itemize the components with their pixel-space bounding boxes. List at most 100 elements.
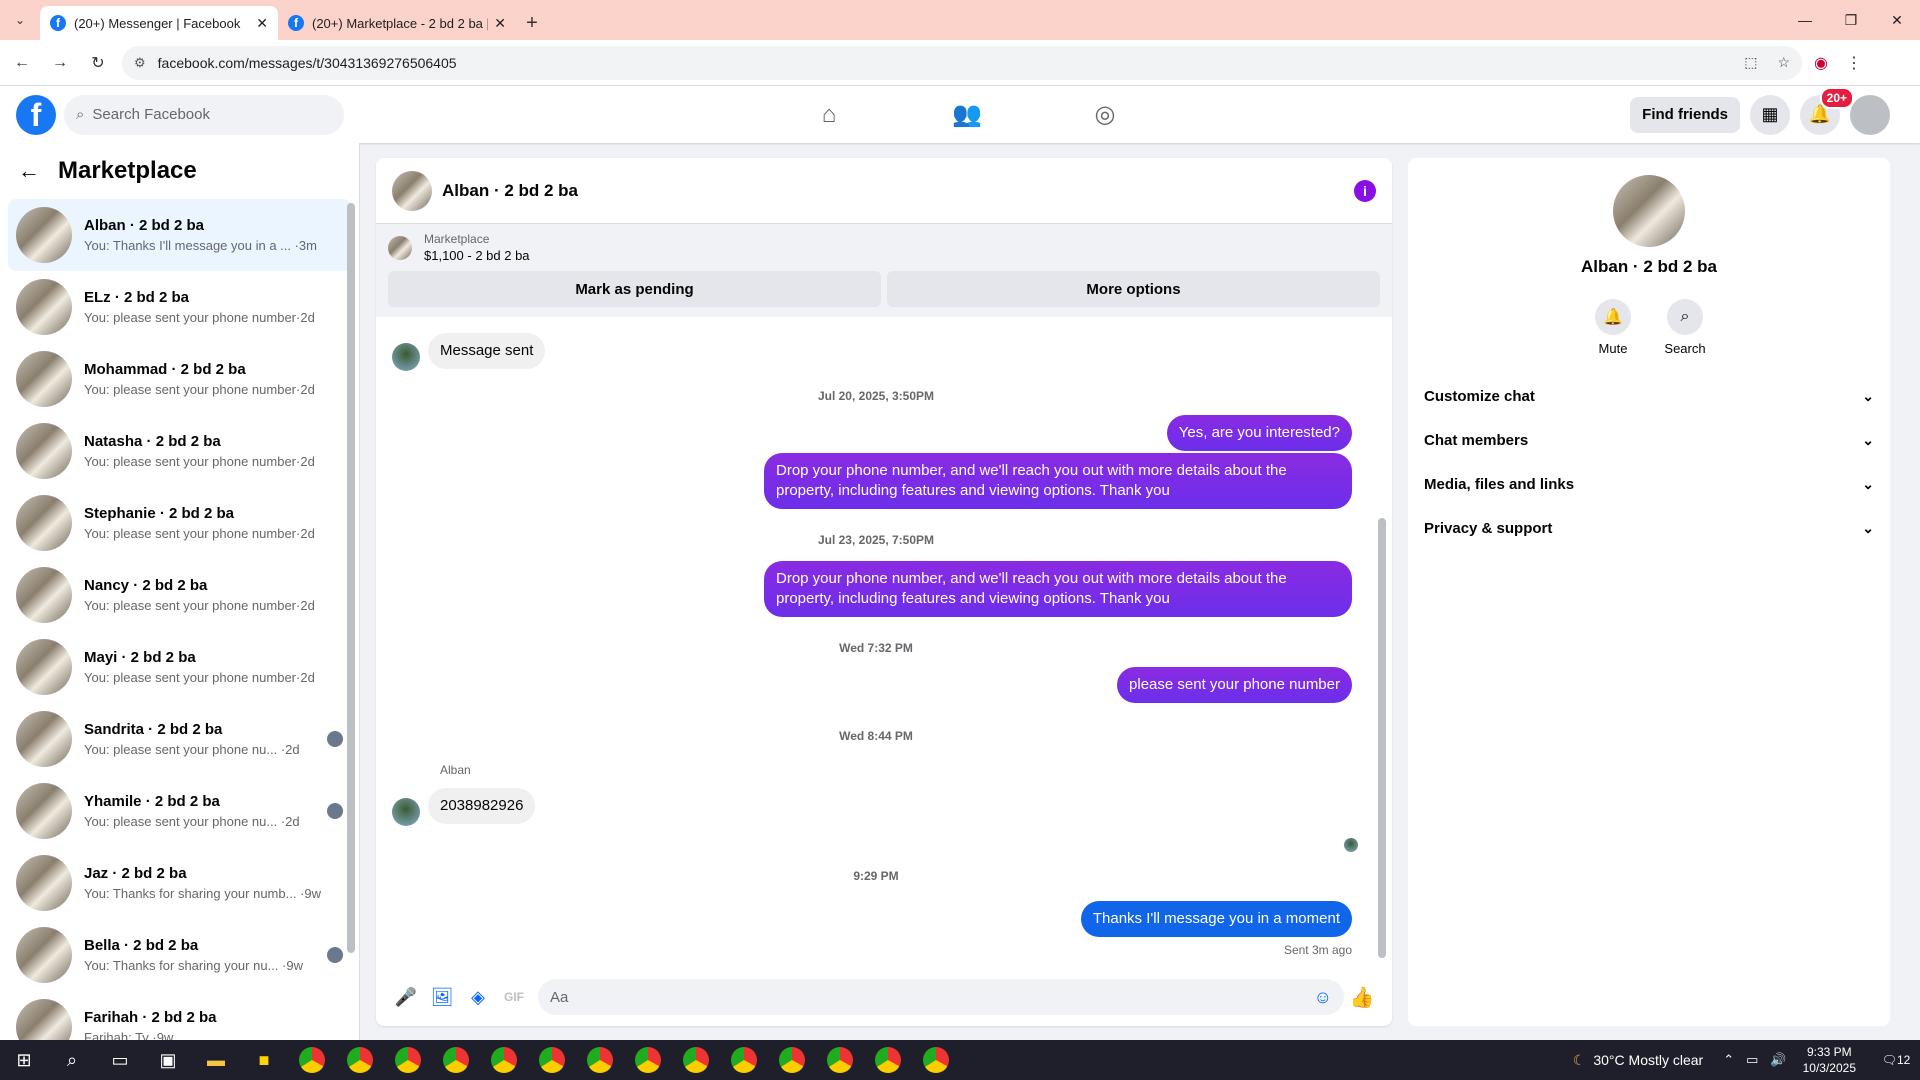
mute-button[interactable]: 🔔 Mute [1593,299,1633,356]
chrome-window-icon[interactable] [528,1040,576,1080]
chrome-window-icon[interactable] [336,1040,384,1080]
info-section[interactable]: Media, files and links ⌄ [1424,462,1874,506]
conversation-item[interactable]: Bella · 2 bd 2 ba You: Thanks for sharing… [8,919,351,991]
windows-start-icon[interactable]: ⊞ [0,1040,48,1080]
bookmark-star-icon[interactable]: ☆ [1777,54,1790,71]
info-sections: Customize chat ⌄ Chat members ⌄ Media, files… [1408,374,1890,550]
chrome-logo-icon [923,1047,949,1073]
conversation-item[interactable]: Stephanie · 2 bd 2 ba You: please sent yo… [8,487,351,559]
chrome-window-icon[interactable] [624,1040,672,1080]
conversation-item[interactable]: ELz · 2 bd 2 ba You: please sent your pho… [8,271,351,343]
chrome-window-icon[interactable] [576,1040,624,1080]
find-friends-button[interactable]: Find friends [1630,96,1740,133]
info-section[interactable]: Chat members ⌄ [1424,418,1874,462]
tab-marketplace[interactable]: f (20+) Marketplace - 2 bd 2 ba | ✕ [278,6,516,40]
photo-icon[interactable]: 🖼 [424,979,460,1015]
listing-thumbnail[interactable] [388,235,412,260]
chrome-window-icon[interactable] [768,1040,816,1080]
app-icon[interactable]: ▣ [144,1040,192,1080]
sticky-notes-icon[interactable]: ■ [240,1040,288,1080]
info-section[interactable]: Customize chat ⌄ [1424,374,1874,418]
network-icon[interactable]: ▭ [1746,1052,1758,1068]
chrome-window-icon[interactable] [672,1040,720,1080]
profile-icon[interactable]: ◉ [1814,53,1828,73]
install-app-icon[interactable]: ⬚ [1744,54,1757,71]
conversation-item[interactable]: Farihah · 2 bd 2 ba Farihah: Ty ·9w [8,991,351,1040]
gif-icon[interactable]: GIF [496,979,532,1015]
chrome-window-icon[interactable] [480,1040,528,1080]
microphone-icon[interactable]: 🎤 [388,979,424,1015]
reload-icon[interactable]: ↻ [82,47,114,79]
conversation-item[interactable]: Sandrita · 2 bd 2 ba You: please sent you… [8,703,351,775]
url-field[interactable]: ⚙ facebook.com/messages/t/30431369276506… [122,45,1802,80]
conversation-item[interactable]: Natasha · 2 bd 2 ba You: please sent your… [8,415,351,487]
tab-messenger[interactable]: f (20+) Messenger | Facebook ✕ [40,6,278,40]
info-icon[interactable]: i [1354,179,1376,202]
conversation-item[interactable]: Alban · 2 bd 2 ba You: Thanks I'll messag… [8,199,351,271]
account-avatar[interactable] [1850,94,1890,135]
forward-icon[interactable]: → [44,47,76,79]
chrome-window-icon[interactable] [720,1040,768,1080]
notifications-bell-icon[interactable]: 🔔 20+ [1800,86,1854,135]
bell-icon: 🔔 [1595,299,1631,335]
message-bubble-incoming: Message sent [428,333,546,369]
system-clock[interactable]: 9:33 PM 10/3/2025 [1803,1044,1856,1076]
taskbar-search-icon[interactable]: ⌕ [48,1040,96,1080]
conversation-preview: You: please sent your phone number·2d [84,598,315,613]
conversation-item[interactable]: Mayi · 2 bd 2 ba You: please sent your ph… [8,631,351,703]
menu-dots-icon[interactable]: ⋮ [1846,53,1862,73]
like-thumb-icon[interactable]: 👍 [1344,985,1380,1010]
weather-widget[interactable]: ☾ 30°C Mostly clear [1573,1052,1703,1069]
file-explorer-icon[interactable]: ▬ [192,1040,240,1080]
conversation-item[interactable]: Mohammad · 2 bd 2 ba You: please sent you… [8,343,351,415]
tray-chevron-icon[interactable]: ⌃ [1723,1052,1734,1068]
chrome-window-icon[interactable] [816,1040,864,1080]
close-window-icon[interactable]: ✕ [1874,0,1920,40]
home-icon[interactable]: ⌂ [760,86,898,143]
conversation-name: Bella · 2 bd 2 ba [84,937,199,954]
sticker-icon[interactable]: ◈ [460,979,496,1015]
close-tab-icon[interactable]: ✕ [494,15,506,32]
tab-search-icon[interactable]: ⌄ [0,0,40,40]
chrome-window-icon[interactable] [912,1040,960,1080]
facebook-logo-icon[interactable]: f [16,94,56,135]
sidebar-scrollbar[interactable] [347,203,355,953]
listing-thumbnail [16,927,72,983]
chrome-window-icon[interactable] [864,1040,912,1080]
message-thread: Message sent Jul 20, 2025, 3:50PM Yes, a… [376,323,1376,963]
conversation-item[interactable]: Yhamile · 2 bd 2 ba You: please sent your… [8,775,351,847]
message-input[interactable]: Aa ☺ [538,979,1344,1015]
volume-icon[interactable]: 🔊 [1770,1052,1786,1068]
chrome-window-icon[interactable] [384,1040,432,1080]
emoji-icon[interactable]: ☺ [1314,987,1332,1008]
more-options-button[interactable]: More options [887,271,1380,307]
conversation-item[interactable]: Jaz · 2 bd 2 ba You: Thanks for sharing y… [8,847,351,919]
conversation-name: Nancy · 2 bd 2 ba [84,577,208,594]
back-arrow-icon[interactable]: ← [18,158,40,184]
info-section[interactable]: Privacy & support ⌄ [1424,506,1874,550]
minimize-icon[interactable]: — [1782,0,1828,40]
site-info-icon[interactable]: ⚙ [134,55,146,71]
message-bubble-outgoing: Drop your phone number, and we'll reach … [764,561,1352,617]
chat-title[interactable]: Alban · 2 bd 2 ba [442,181,578,201]
restore-icon[interactable]: ❐ [1828,0,1874,40]
chrome-window-icon[interactable] [432,1040,480,1080]
back-icon[interactable]: ← [6,47,38,79]
menu-grid-icon[interactable]: ▦ [1750,94,1790,135]
contact-photo[interactable] [1613,175,1685,247]
notification-center-icon[interactable]: 🗨 12 [1872,1040,1920,1080]
task-view-icon[interactable]: ▭ [96,1040,144,1080]
chrome-window-icon[interactable] [288,1040,336,1080]
mute-label: Mute [1598,341,1628,356]
search-in-chat-button[interactable]: ⌕ Search [1664,299,1706,356]
friends-icon[interactable]: 👥 [898,86,1036,143]
chat-avatar[interactable] [392,170,432,211]
new-tab-button[interactable]: + [516,6,548,40]
mark-as-pending-button[interactable]: Mark as pending [388,271,881,307]
search-input[interactable]: ⌕ Search Facebook [64,94,344,135]
close-tab-icon[interactable]: ✕ [256,15,268,32]
chat-scrollbar[interactable] [1378,518,1386,958]
listing-thumbnail [16,855,72,911]
conversation-item[interactable]: Nancy · 2 bd 2 ba You: please sent your p… [8,559,351,631]
groups-icon[interactable]: ◎ [1036,86,1174,143]
